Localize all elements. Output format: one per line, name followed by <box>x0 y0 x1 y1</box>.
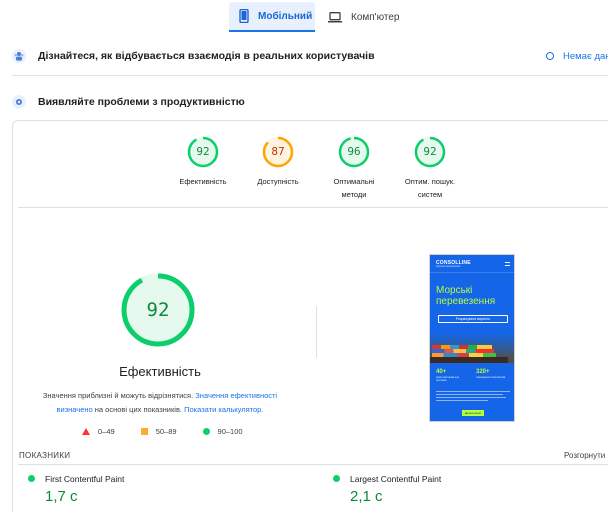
metric-name: First Contentful Paint <box>45 474 125 484</box>
performance-description: Значення приблизні й можуть відрізнятися… <box>36 389 284 417</box>
score-gauge-accessibility[interactable]: 87 Доступність <box>243 136 313 188</box>
tab-mobile[interactable]: Мобільний <box>229 2 315 32</box>
ship-image <box>430 333 514 363</box>
lab-data-title: Виявляйте проблеми з продуктивністю <box>38 96 245 108</box>
menu-icon <box>505 262 510 266</box>
page-screenshot: CONSOLLINE морські перевезення Морські п… <box>429 254 515 422</box>
score-value: 92 <box>423 145 437 158</box>
tab-desktop[interactable]: Комп'ютер <box>326 2 406 32</box>
metric-value: 1,7 с <box>45 488 78 505</box>
score-label: Ефективність <box>179 177 227 186</box>
calculator-link[interactable]: Показати калькулятор. <box>184 405 263 414</box>
desc-text: на основі цих показників. <box>94 405 183 414</box>
screenshot-logo-sub: морські перевезення <box>436 265 461 268</box>
legend-good-label: 90–100 <box>217 426 243 436</box>
tab-mobile-label: Мобільний <box>258 10 313 22</box>
good-circle-icon <box>333 475 340 482</box>
device-tabs: Мобільний Комп'ютер <box>0 0 608 34</box>
score-label: Оптим. пошук. систем <box>404 177 456 199</box>
stat-number: 320+ <box>476 369 490 375</box>
info-icon <box>546 52 554 60</box>
legend-bad-label: 0–49 <box>98 426 115 436</box>
score-label: Доступність <box>257 177 299 186</box>
screenshot-stats: 40+ країн-партнерів для доставки 320+ пе… <box>436 369 512 382</box>
legend-good: 90–100 <box>202 426 243 436</box>
legend-average-label: 50–89 <box>155 426 177 436</box>
score-gauge-seo[interactable]: 92 Оптим. пошук. систем <box>395 136 465 201</box>
desc-text: Значення приблизні й можуть відрізнятися… <box>42 391 194 400</box>
score-gauge-best-practices[interactable]: 96 Оптимальні методи <box>319 136 389 201</box>
performance-title: Ефективність <box>119 364 201 379</box>
card-divider <box>18 207 608 208</box>
score-label: Оптимальні методи <box>333 177 375 199</box>
metric-name: Largest Contentful Paint <box>350 474 442 484</box>
screenshot-headline: Морські перевезення <box>436 285 496 307</box>
score-value: 92 <box>196 145 210 158</box>
stat-number: 40+ <box>436 369 447 375</box>
field-data-section: Дізнайтеся, як відбувається взаємодія в … <box>0 45 608 67</box>
legend-average: 50–89 <box>140 426 177 436</box>
screenshot-cta: Розрахувати вартість <box>438 315 508 323</box>
score-value: 96 <box>347 145 361 158</box>
good-circle-icon <box>28 475 35 482</box>
stat-text: країн-партнерів для доставки <box>436 376 460 382</box>
vertical-divider <box>316 306 317 358</box>
metrics-divider <box>18 464 608 465</box>
circle-icon <box>202 427 210 435</box>
screenshot-button: Детальніше <box>462 410 484 416</box>
stat-text: перевезених контейнерів <box>476 376 506 379</box>
users-icon <box>12 49 26 63</box>
diagnose-icon <box>12 95 26 109</box>
metric-value: 2,1 с <box>350 488 383 505</box>
screenshot-header: CONSOLLINE морські перевезення <box>430 255 514 273</box>
metrics-header: ПОКАЗНИКИ <box>19 451 71 460</box>
no-data-label: Немає дан <box>563 50 608 62</box>
smartphone-icon <box>239 9 249 23</box>
tab-desktop-label: Комп'ютер <box>351 11 400 23</box>
legend-bad: 0–49 <box>82 427 115 436</box>
square-icon <box>140 427 148 435</box>
score-gauge-performance[interactable]: 92 Ефективність <box>168 136 238 188</box>
field-data-title: Дізнайтеся, як відбувається взаємодія в … <box>38 50 375 62</box>
screenshot-paragraph <box>436 391 510 405</box>
score-legend: 0–49 50–89 90–100 <box>82 426 269 436</box>
triangle-icon <box>82 427 90 435</box>
performance-score: 92 <box>146 299 170 321</box>
laptop-icon <box>328 11 342 22</box>
no-data-link[interactable]: Немає дан <box>546 51 608 62</box>
score-value: 87 <box>271 145 285 158</box>
section-divider <box>12 75 608 76</box>
expand-view-button[interactable]: Розгорнути <box>564 451 605 460</box>
lab-data-section: Виявляйте проблеми з продуктивністю <box>0 91 608 113</box>
